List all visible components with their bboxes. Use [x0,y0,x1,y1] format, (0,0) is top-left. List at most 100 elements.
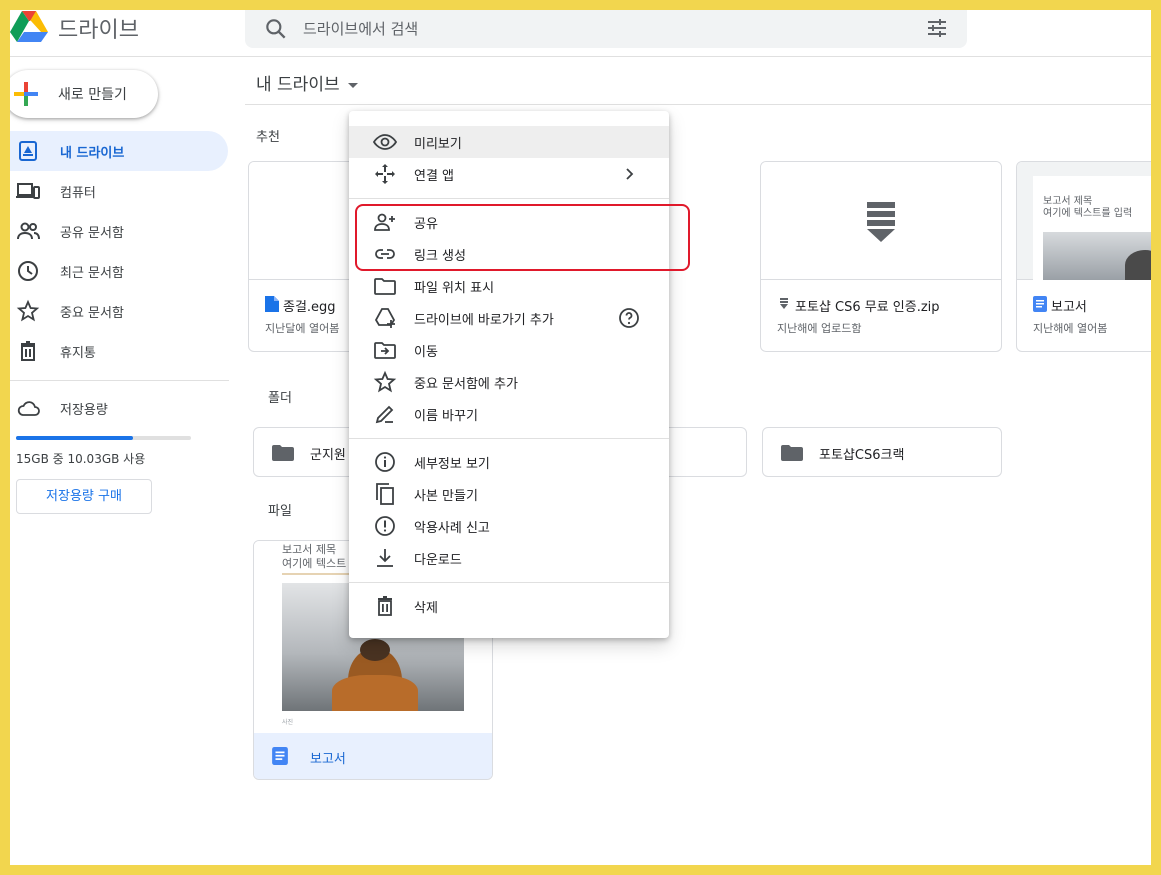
sidebar-item-label: 휴지통 [60,346,96,361]
search-icon[interactable] [263,16,289,42]
menu-divider [349,198,669,199]
star-icon [16,299,40,322]
buy-storage-button[interactable]: 저장용량 구매 [16,479,152,514]
header-divider [10,56,1151,57]
page-title[interactable]: 내 드라이브 [256,70,358,95]
folder-icon [272,445,294,461]
trash-icon [21,341,35,361]
menu-item-label: 삭제 [414,601,438,616]
menu-item-open-with[interactable]: 연결 앱 [349,158,669,190]
suggested-label: 추천 [256,130,280,145]
cloud-icon [17,401,40,416]
copy-icon [376,483,394,505]
menu-item-label: 이동 [414,345,438,360]
plus-icon [14,82,38,106]
pencil-icon [375,405,394,424]
card-subtitle: 지난달에 열어봄 [265,322,340,335]
zip-icon [867,202,895,242]
drive-logo-icon[interactable] [10,10,48,42]
file-name: 보고서 [310,752,346,767]
storage-bar [16,436,191,440]
search-bar[interactable]: 드라이브에서 검색 [245,10,967,48]
menu-divider [349,438,669,439]
folder-name: 포토샵CS6크랙 [819,448,905,463]
menu-item-report[interactable]: 악용사례 신고 [349,510,669,542]
new-button-label: 새로 만들기 [58,87,127,103]
storage-usage-text: 15GB 중 10.03GB 사용 [16,452,146,466]
computer-icon [16,183,40,199]
preview-caption: 사진 [282,719,294,726]
page-title-text: 내 드라이브 [256,75,340,95]
sidebar-item-label: 내 드라이브 [60,146,125,161]
menu-item-label: 이름 바꾸기 [414,409,478,424]
search-input[interactable]: 드라이브에서 검색 [303,18,418,39]
add-shortcut-icon [374,308,396,328]
suggested-card[interactable]: 포토샵 CS6 무료 인증.zip 지난해에 업로드함 [760,161,1002,352]
docs-icon [272,747,288,765]
folder-icon [374,278,396,295]
suggested-card[interactable]: 보고서 제목 여기에 텍스트를 입력 보고서 지난해에 열어봄 [1016,161,1151,352]
preview-line: 여기에 텍스트 [282,557,347,570]
card-thumbnail [761,162,1001,280]
storage-label[interactable]: 저장용량 [60,399,108,418]
card-title: 보고서 [1051,300,1087,315]
search-options-icon[interactable] [925,16,949,40]
folder-icon [781,445,803,461]
sidebar-item-label: 중요 문서함 [60,306,124,321]
folder-name: 군지원 [310,448,346,463]
folders-label: 폴더 [268,391,292,406]
download-icon [377,549,393,567]
menu-item-add-starred[interactable]: 중요 문서함에 추가 [349,366,669,398]
menu-item-make-copy[interactable]: 사본 만들기 [349,478,669,510]
menu-item-add-shortcut[interactable]: 드라이브에 바로가기 추가 [349,302,669,334]
file-blue-icon [265,296,279,312]
card-title: 포토샵 CS6 무료 인증.zip [795,300,940,315]
chevron-right-icon [626,168,634,180]
sidebar-item-starred[interactable]: 중요 문서함 [10,291,228,331]
my-drive-icon [19,141,37,161]
menu-item-label: 사본 만들기 [414,489,478,504]
preview-image [1043,232,1151,280]
clock-icon [18,261,38,281]
info-icon [375,452,395,472]
sidebar-divider [10,380,229,381]
sidebar-item-label: 컴퓨터 [60,186,96,201]
menu-item-label: 연결 앱 [414,169,455,184]
menu-item-label: 세부정보 보기 [414,457,490,472]
card-subtitle: 지난해에 열어봄 [1033,322,1108,335]
menu-item-delete[interactable]: 삭제 [349,590,669,622]
menu-item-preview[interactable]: 미리보기 [349,126,669,158]
menu-item-show-location[interactable]: 파일 위치 표시 [349,270,669,302]
sidebar-item-trash[interactable]: 휴지통 [10,331,228,371]
card-thumbnail: 보고서 제목 여기에 텍스트를 입력 [1017,162,1151,280]
sidebar-item-label: 공유 문서함 [60,226,124,241]
folder-item[interactable]: 포토샵CS6크랙 [762,427,1002,477]
help-icon[interactable] [617,306,641,330]
drive-window: 드라이브 드라이브에서 검색 새로 만들기 내 드라이브 컴퓨터 공유 문서함 … [10,10,1151,865]
main-divider [245,104,1151,105]
sidebar-item-my-drive[interactable]: 내 드라이브 [10,131,228,171]
open-with-icon [375,164,395,184]
menu-item-label: 파일 위치 표시 [414,281,495,296]
sidebar-item-shared[interactable]: 공유 문서함 [10,211,228,251]
menu-item-label: 중요 문서함에 추가 [414,377,518,392]
menu-item-details[interactable]: 세부정보 보기 [349,446,669,478]
report-icon [375,516,395,536]
trash-icon [378,596,392,616]
sidebar-item-computer[interactable]: 컴퓨터 [10,171,228,211]
menu-item-label: 미리보기 [414,137,462,152]
card-subtitle: 지난해에 업로드함 [777,322,862,335]
menu-item-move[interactable]: 이동 [349,334,669,366]
star-icon [373,370,397,393]
new-button[interactable]: 새로 만들기 [10,70,158,118]
sidebar-item-recent[interactable]: 최근 문서함 [10,251,228,291]
storage-bar-fill [16,436,134,440]
doc-preview: 보고서 제목 여기에 텍스트를 입력 [1033,176,1151,280]
menu-item-download[interactable]: 다운로드 [349,542,669,574]
docs-icon [1033,296,1047,312]
menu-item-rename[interactable]: 이름 바꾸기 [349,398,669,430]
chevron-down-icon [347,82,358,88]
sidebar-item-label: 최근 문서함 [60,266,124,281]
menu-divider [349,582,669,583]
menu-item-label: 다운로드 [414,553,462,568]
